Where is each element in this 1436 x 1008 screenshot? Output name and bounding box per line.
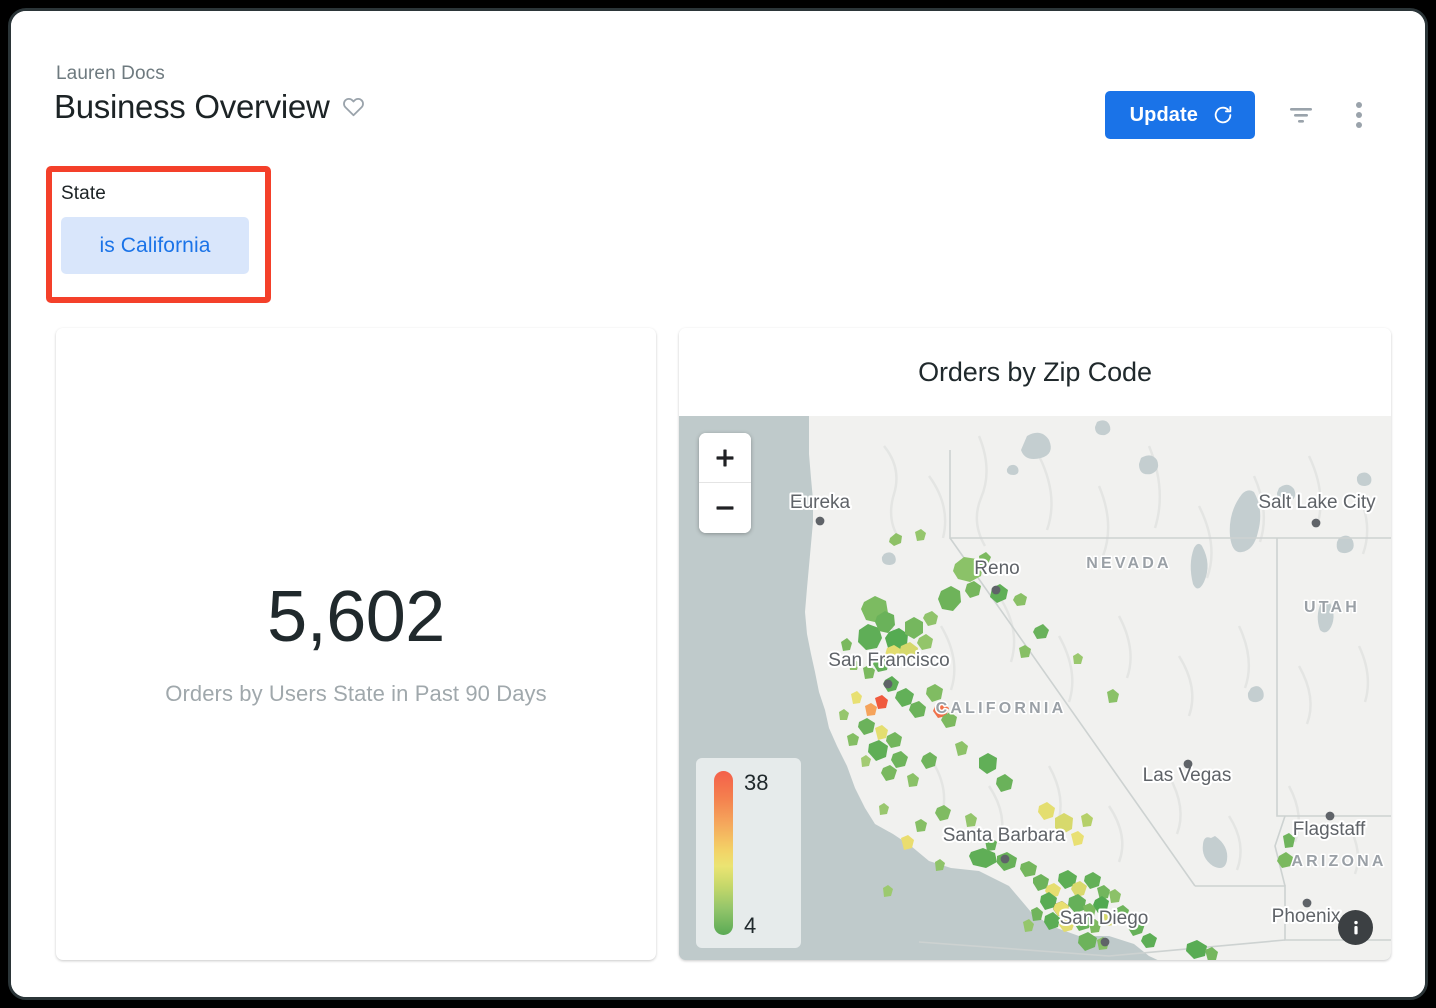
map-city-label: Santa Barbara — [943, 825, 1066, 846]
map-city-label: San Diego — [1060, 908, 1149, 929]
map-city-label: Reno — [974, 558, 1019, 579]
app-window: Lauren Docs Business Overview Update — [8, 8, 1428, 1000]
kpi-value: 5,602 — [267, 581, 445, 653]
map-city-label: San Francisco — [828, 650, 949, 671]
more-vertical-icon — [1356, 102, 1362, 128]
map-city-dot — [884, 680, 893, 689]
refresh-icon — [1212, 104, 1234, 126]
map-city-dot — [1184, 760, 1193, 769]
map-info-button[interactable] — [1338, 910, 1373, 945]
title-row: Business Overview — [54, 89, 366, 125]
kpi-caption: Orders by Users State in Past 90 Days — [165, 681, 547, 707]
update-button[interactable]: Update — [1105, 91, 1255, 139]
filter-bar: State is California — [46, 166, 271, 303]
more-options-button[interactable] — [1333, 91, 1385, 139]
map-city-dot — [1101, 938, 1110, 947]
dashboard-page: Lauren Docs Business Overview Update — [11, 11, 1425, 997]
map-city-label: Eureka — [790, 492, 851, 513]
filter-icon — [1288, 105, 1314, 125]
legend-gradient-bar — [714, 771, 733, 935]
map-state-label: ARIZONA — [1291, 853, 1386, 870]
map-city-dot — [992, 586, 1001, 595]
update-button-label: Update — [1130, 104, 1198, 127]
info-icon — [1346, 918, 1366, 938]
map-city-dot — [816, 517, 825, 526]
map-city-dot — [1303, 899, 1312, 908]
map-state-label: UTAH — [1304, 599, 1360, 616]
kpi-tile[interactable]: 5,602 Orders by Users State in Past 90 D… — [56, 328, 656, 960]
map-city-label: Phoenix — [1272, 906, 1341, 927]
map-zoom-in-button[interactable] — [699, 433, 751, 483]
heart-icon[interactable] — [341, 95, 366, 119]
map-canvas[interactable]: EurekaRenoSalt Lake CitySan FranciscoLas… — [679, 416, 1391, 960]
plus-icon — [715, 448, 735, 468]
map-city-dot — [1326, 812, 1335, 821]
header-actions: Update — [1105, 91, 1385, 139]
page-title: Business Overview — [54, 89, 330, 125]
map-city-label: Salt Lake City — [1258, 492, 1376, 513]
map-state-label: NEVADA — [1086, 555, 1172, 572]
filter-value-state[interactable]: is California — [61, 217, 249, 274]
map-city-dot — [1312, 519, 1321, 528]
breadcrumb[interactable]: Lauren Docs — [56, 63, 165, 85]
map-legend: 38 4 — [696, 758, 801, 948]
map-tile[interactable]: Orders by Zip Code — [679, 328, 1391, 960]
dashboard-header: Lauren Docs Business Overview Update — [11, 11, 1425, 151]
map-zoom-control[interactable] — [699, 433, 751, 533]
minus-icon — [715, 498, 735, 518]
map-tile-title: Orders by Zip Code — [679, 328, 1391, 416]
legend-max-value: 38 — [744, 770, 768, 796]
map-state-label: CALIFORNIA — [936, 700, 1067, 717]
legend-min-value: 4 — [744, 913, 756, 939]
map-city-label: Flagstaff — [1293, 819, 1366, 840]
filter-toggle-button[interactable] — [1275, 91, 1327, 139]
map-city-dot — [1001, 855, 1010, 864]
map-zoom-out-button[interactable] — [699, 483, 751, 533]
filter-label-state: State — [61, 183, 249, 205]
filter-state-group: State is California — [61, 183, 249, 274]
